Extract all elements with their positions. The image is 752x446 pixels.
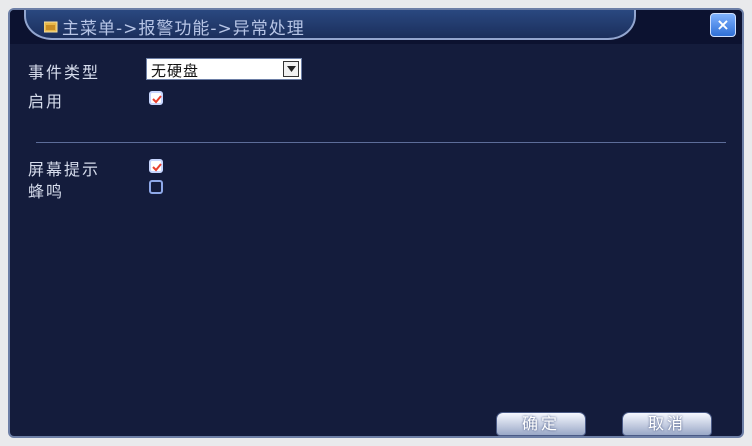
close-icon: × [716,15,730,34]
event-type-select[interactable]: 无硬盘 [146,58,302,80]
window-title: 主菜单->报警功能->异常处理 [62,19,305,39]
event-type-value: 无硬盘 [151,62,200,80]
screen-tip-checkbox[interactable] [149,159,163,173]
section-divider [36,142,726,143]
screen-tip-label: 屏幕提示 [28,160,101,179]
check-icon [152,95,162,104]
close-button[interactable]: × [710,13,736,37]
ok-button[interactable]: 确定 [496,412,586,436]
check-icon [152,163,162,172]
enable-label: 启用 [28,92,65,111]
buzzer-checkbox[interactable] [149,180,163,194]
chevron-down-icon[interactable] [283,61,299,77]
dialog-window: 主菜单->报警功能->异常处理 × 事件类型 无硬盘 启用 屏幕提示 蜂鸣 确定… [8,8,744,438]
buzzer-label: 蜂鸣 [28,182,65,201]
title-bar: 主菜单->报警功能->异常处理 × [10,10,742,44]
event-type-label: 事件类型 [28,63,101,82]
enable-checkbox[interactable] [149,91,163,105]
cancel-button[interactable]: 取消 [622,412,712,436]
folder-icon [43,18,58,33]
